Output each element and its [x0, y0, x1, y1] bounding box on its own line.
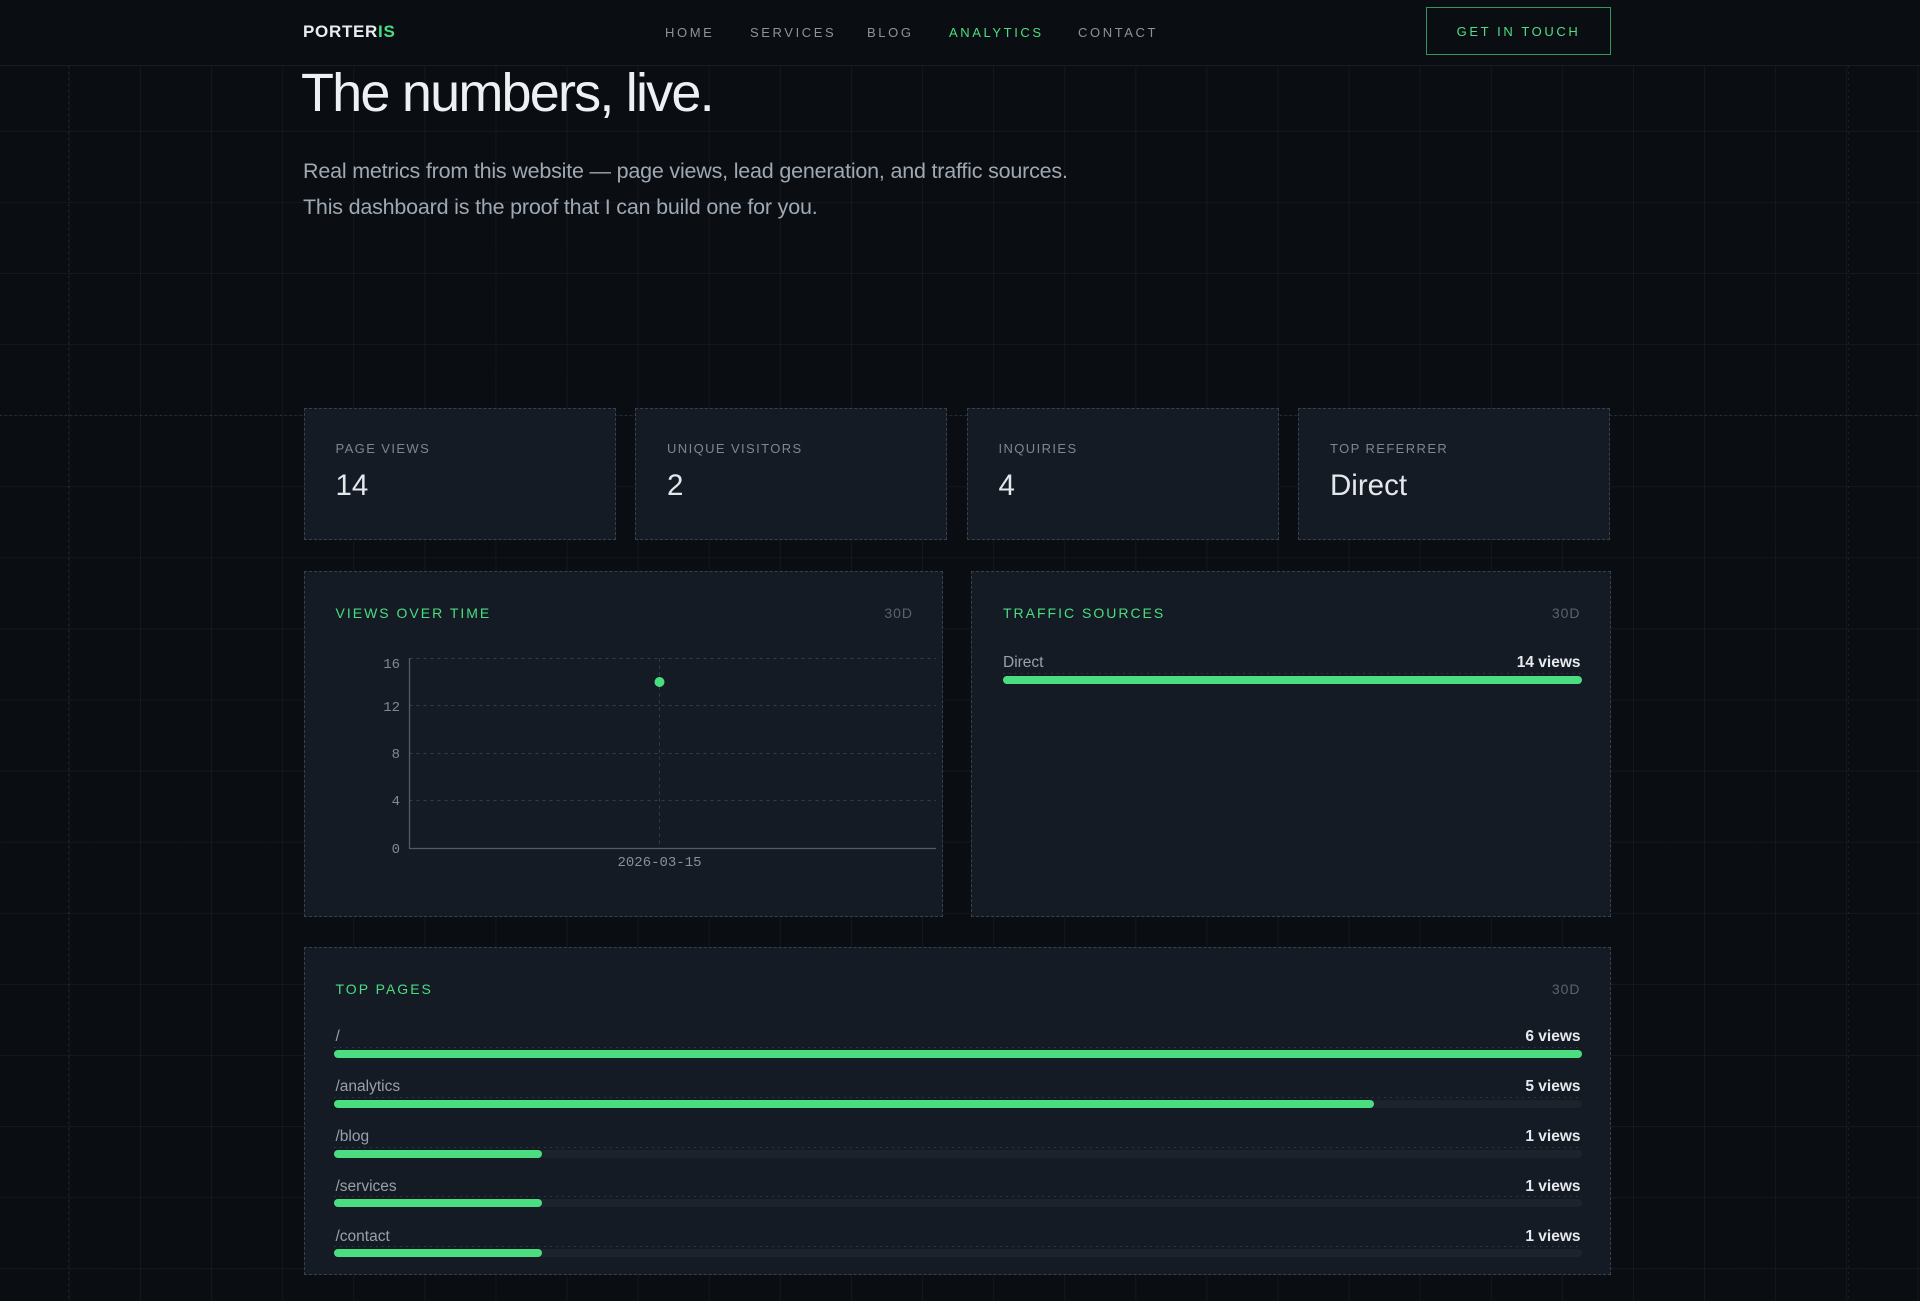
svg-text:2026-03-15: 2026-03-15: [617, 855, 701, 871]
svg-text:12: 12: [383, 700, 400, 716]
svg-text:8: 8: [391, 747, 399, 763]
svg-text:4: 4: [391, 794, 399, 810]
svg-text:0: 0: [391, 842, 399, 858]
svg-text:16: 16: [383, 657, 400, 673]
